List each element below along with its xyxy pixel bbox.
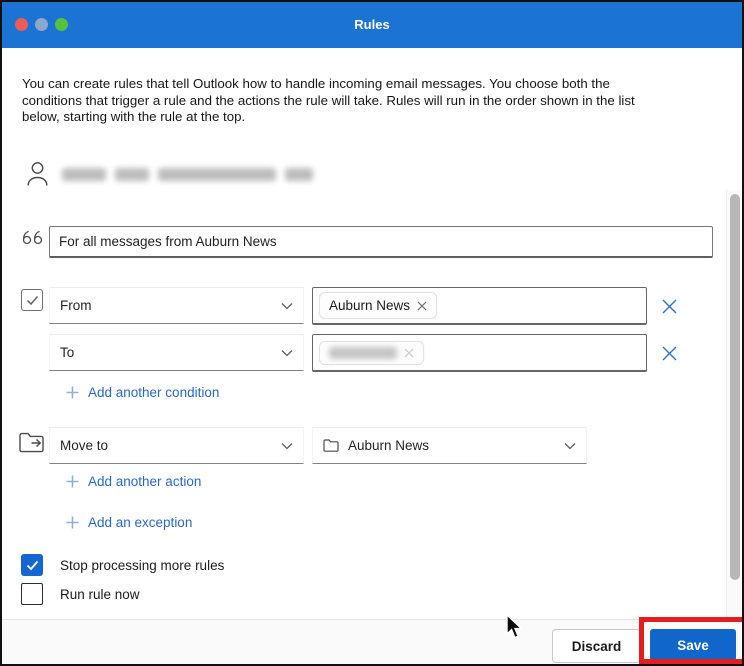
- x-icon: [662, 299, 676, 313]
- recipient-tag-redacted[interactable]: [319, 340, 424, 365]
- add-condition-link[interactable]: Add another condition: [66, 385, 219, 400]
- run-rule-now-checkbox[interactable]: [21, 583, 43, 605]
- condition-value-well-to[interactable]: [312, 334, 647, 372]
- condition-field-label: To: [60, 345, 75, 360]
- scrollbar-thumb[interactable]: [730, 194, 740, 580]
- condition-enabled-checkbox[interactable]: [21, 289, 43, 311]
- plus-icon: [66, 516, 79, 529]
- add-exception-label: Add an exception: [88, 515, 193, 530]
- person-icon: [26, 160, 49, 187]
- recipient-tag[interactable]: Auburn News: [319, 292, 438, 319]
- save-button[interactable]: Save: [650, 629, 736, 661]
- condition-field-dropdown-to[interactable]: To: [49, 334, 304, 371]
- remove-condition-button[interactable]: [657, 294, 681, 318]
- discard-button[interactable]: Discard: [552, 629, 641, 663]
- quote-icon: [22, 230, 47, 245]
- chevron-down-icon: [281, 442, 293, 449]
- add-condition-label: Add another condition: [88, 385, 220, 400]
- x-small-icon[interactable]: [404, 348, 414, 358]
- rules-dialog: Rules You can create rules that tell Out…: [0, 0, 744, 666]
- action-field-dropdown[interactable]: Move to: [49, 427, 304, 464]
- stop-processing-label: Stop processing more rules: [60, 558, 225, 573]
- window-title: Rules: [354, 17, 390, 32]
- run-rule-now-label: Run rule now: [60, 587, 140, 602]
- titlebar: Rules: [2, 2, 742, 48]
- chevron-down-icon: [281, 349, 293, 356]
- plus-icon: [66, 386, 79, 399]
- rule-name-input[interactable]: [49, 226, 713, 258]
- add-action-link[interactable]: Add another action: [66, 474, 201, 489]
- recipient-tag-label: Auburn News: [329, 298, 411, 313]
- folder-icon: [323, 439, 339, 452]
- action-folder-dropdown[interactable]: Auburn News: [312, 427, 587, 464]
- action-field-label: Move to: [60, 438, 109, 453]
- chevron-down-icon: [564, 442, 576, 449]
- add-exception-link[interactable]: Add an exception: [66, 515, 192, 530]
- account-email-redacted: [62, 168, 313, 181]
- plus-icon: [66, 475, 79, 488]
- x-icon: [662, 346, 676, 360]
- add-action-label: Add another action: [88, 474, 202, 489]
- x-small-icon[interactable]: [417, 301, 427, 311]
- checkmark-icon: [26, 560, 38, 570]
- scrollbar-track[interactable]: [726, 190, 742, 618]
- chevron-down-icon: [281, 302, 293, 309]
- condition-field-label: From: [60, 298, 92, 313]
- intro-text: You can create rules that tell Outlook h…: [22, 76, 635, 124]
- checkmark-icon: [26, 295, 38, 305]
- folder-move-icon: [19, 432, 46, 453]
- condition-value-well-from[interactable]: Auburn News: [312, 287, 647, 325]
- action-folder-label: Auburn News: [348, 438, 430, 453]
- condition-field-dropdown-from[interactable]: From: [49, 287, 304, 324]
- remove-condition-button[interactable]: [657, 341, 681, 365]
- stop-processing-checkbox[interactable]: [21, 554, 43, 576]
